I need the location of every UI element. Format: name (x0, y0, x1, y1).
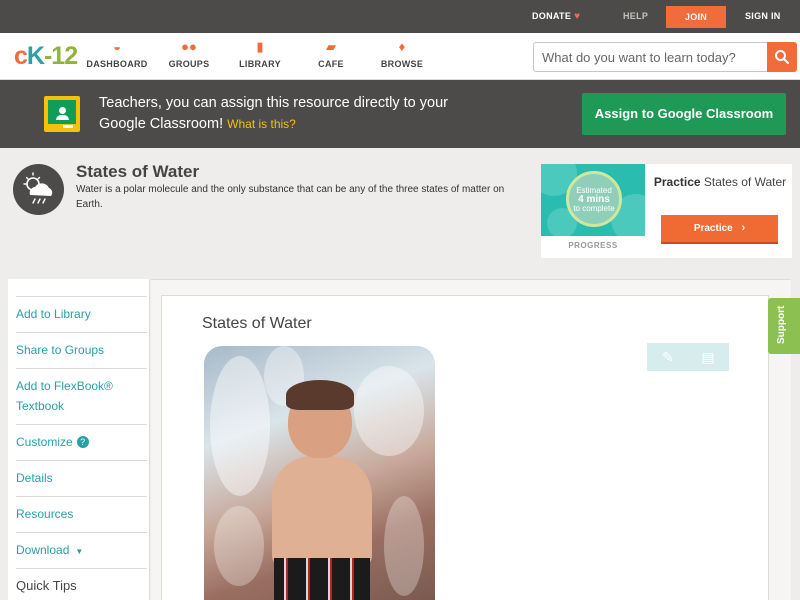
sidebar-item-download[interactable]: Download ▼ (16, 532, 147, 568)
search-button[interactable] (767, 42, 797, 72)
what-is-this-link[interactable]: What is this? (227, 117, 296, 131)
sidebar-item-quick-tips[interactable]: Quick Tips (16, 568, 147, 600)
classroom-banner-text: Teachers, you can assign this resource d… (99, 93, 459, 135)
concept-title: States of Water (76, 162, 200, 181)
logo-k: K (26, 42, 45, 70)
nav-groups-label: GROUPS (168, 59, 210, 69)
support-tab[interactable]: Support (768, 298, 800, 354)
customize-label: Customize (16, 435, 73, 449)
sidebar-item-details[interactable]: Details (16, 460, 147, 496)
browse-icon: ♦ (398, 39, 406, 54)
progress-image: Estimated 4 mins to complete (541, 164, 645, 236)
sidebar-item-share-to-groups[interactable]: Share to Groups (16, 332, 147, 368)
search-input[interactable] (534, 43, 768, 71)
caret-down-icon: ▼ (75, 547, 84, 556)
practice-card: Estimated 4 mins to complete PROGRESS Pr… (541, 164, 792, 258)
support-label: Support (776, 305, 787, 344)
donate-link[interactable]: DONATE ♥ (532, 0, 580, 33)
help-question-icon[interactable]: ? (76, 436, 89, 448)
donate-label: DONATE (532, 11, 572, 21)
sidebar-item-add-to-flexbook[interactable]: Add to FlexBook® Textbook (16, 368, 147, 424)
assign-to-classroom-button[interactable]: Assign to Google Classroom (582, 93, 786, 135)
nav-dashboard[interactable]: ◒ DASHBOARD (82, 39, 152, 69)
sidebar-item-add-to-library[interactable]: Add to Library (16, 296, 147, 332)
download-label: Download (16, 543, 70, 557)
nav-library[interactable]: ▮ LIBRARY (225, 39, 295, 69)
logo-c: c (14, 42, 28, 70)
nav-library-label: LIBRARY (239, 59, 281, 69)
search-icon (775, 50, 790, 65)
sidebar-item-resources[interactable]: Resources (16, 496, 147, 532)
top-bar: DONATE ♥ HELP JOIN SIGN IN (0, 0, 800, 33)
library-icon: ▮ (256, 39, 264, 54)
practice-heading: Practice States of Water (653, 175, 787, 189)
child-fountain-image (204, 346, 435, 600)
heart-icon: ♥ (574, 11, 581, 22)
concept-description: Water is a polar molecule and the only s… (76, 184, 505, 210)
nav-browse[interactable]: ♦ BROWSE (367, 39, 437, 69)
progress-label: PROGRESS (568, 241, 618, 250)
chevron-right-icon: › (741, 222, 746, 234)
practice-heading-topic: States of Water (703, 175, 787, 189)
nav-cafe[interactable]: ▰ CAFE (296, 39, 366, 69)
content-title: States of Water (202, 315, 312, 332)
nav-dashboard-label: DASHBOARD (86, 59, 148, 69)
dashboard-icon: ◒ (113, 39, 121, 54)
help-link[interactable]: HELP (623, 0, 648, 33)
logo-12: 12 (51, 42, 78, 70)
practice-heading-bold: Practice (653, 175, 701, 189)
nav-groups[interactable]: ●● GROUPS (154, 39, 224, 69)
search-box (533, 42, 797, 72)
content-tools: ✎ ▤ (647, 343, 729, 371)
weather-cloud-icon (13, 164, 64, 215)
google-classroom-icon (44, 96, 80, 132)
nav-browse-label: BROWSE (380, 59, 424, 69)
estimated-minutes: 4 mins (578, 194, 610, 205)
nav-cafe-label: CAFE (318, 59, 344, 69)
practice-button[interactable]: Practice › (661, 215, 778, 244)
to-complete-label: to complete (573, 204, 615, 213)
pencil-icon[interactable]: ✎ (658, 347, 678, 367)
ck12-logo[interactable]: cK-12 (14, 42, 78, 71)
estimated-time-badge: Estimated 4 mins to complete (566, 171, 622, 227)
join-button[interactable]: JOIN (666, 6, 726, 28)
sidebar-item-customize[interactable]: Customize? (16, 424, 147, 460)
notes-icon[interactable]: ▤ (698, 347, 718, 367)
groups-icon: ●● (181, 39, 197, 54)
practice-button-label: Practice (693, 223, 733, 234)
left-sidebar: Add to Library Share to Groups Add to Fl… (8, 279, 150, 600)
cafe-icon: ▰ (326, 39, 336, 54)
sign-in-link[interactable]: SIGN IN (745, 0, 781, 33)
main-header: cK-12 ◒ DASHBOARD ●● GROUPS ▮ LIBRARY ▰ … (0, 33, 800, 80)
